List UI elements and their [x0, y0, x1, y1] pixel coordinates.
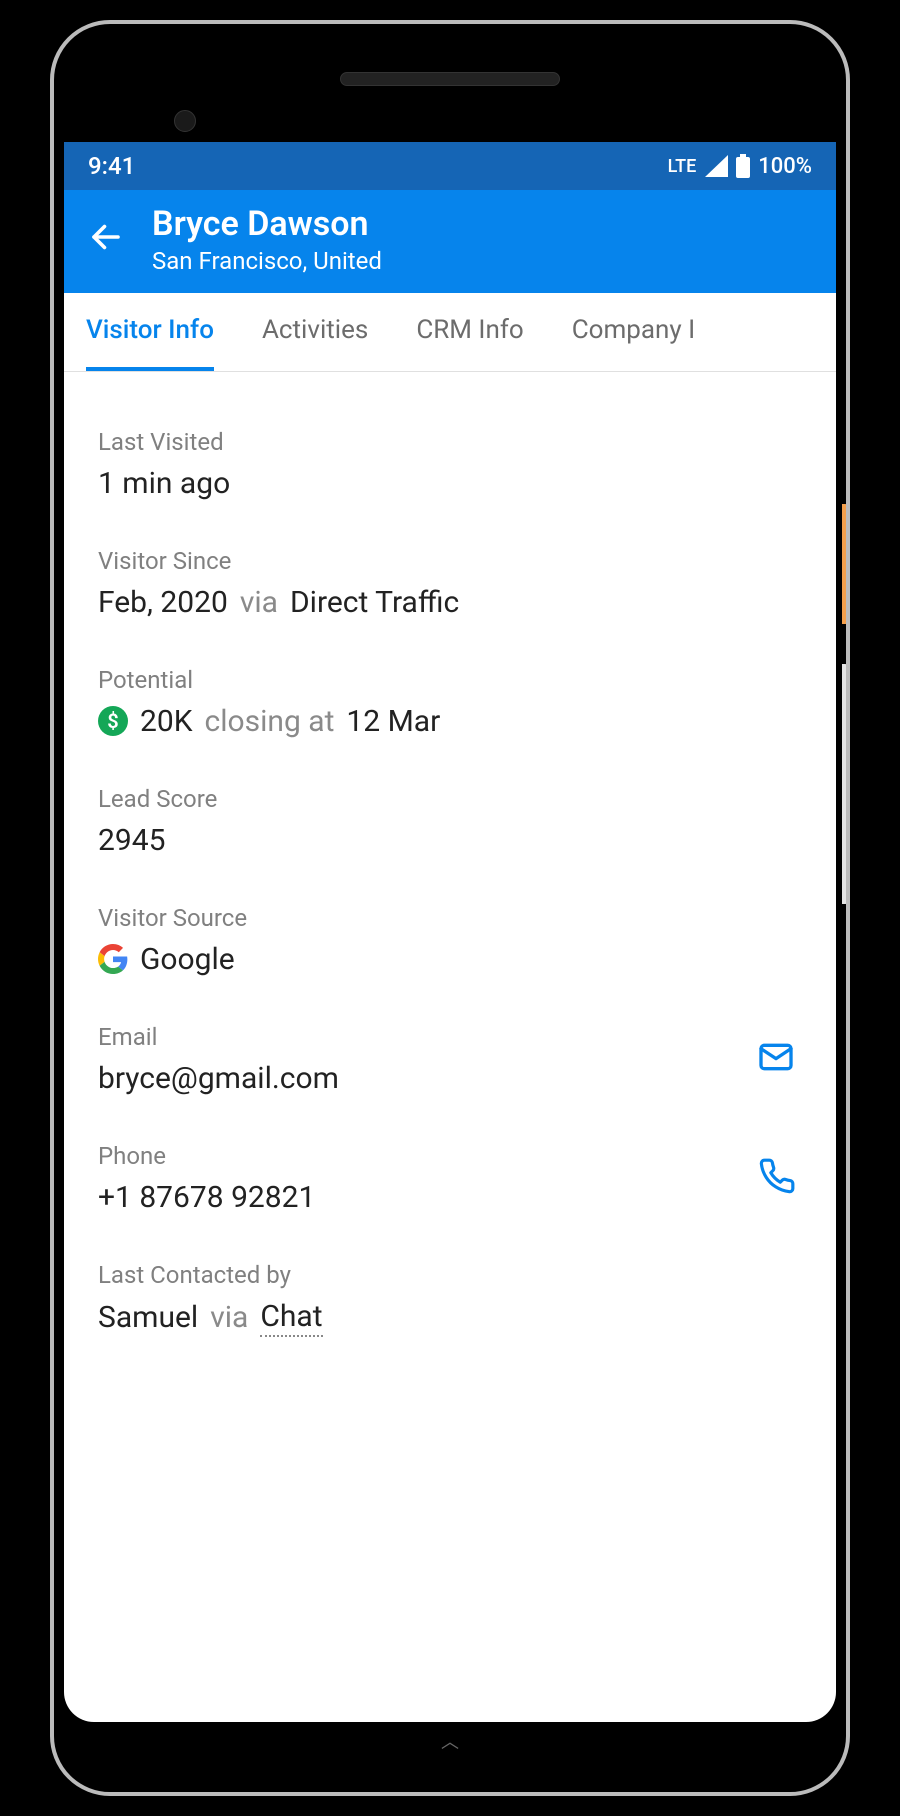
tab-bar: Visitor Info Activities CRM Info Company…	[64, 293, 836, 372]
label-phone: Phone	[98, 1142, 752, 1170]
value-potential: $ 20K closing at 12 Mar	[98, 704, 802, 739]
potential-amount: 20K	[140, 704, 193, 739]
nav-hint-icon: ︿	[441, 1728, 459, 1754]
email-action-button[interactable]	[750, 1031, 802, 1087]
last-contacted-via: via	[210, 1300, 248, 1335]
field-phone: Phone +1 87678 92821	[98, 1142, 802, 1215]
tab-visitor-info[interactable]: Visitor Info	[86, 293, 214, 371]
value-visitor-source: Google	[98, 942, 802, 977]
tab-activities[interactable]: Activities	[262, 293, 368, 371]
label-potential: Potential	[98, 666, 802, 694]
potential-closing-word: closing at	[205, 704, 335, 739]
power-button	[842, 504, 848, 624]
volume-button	[842, 664, 848, 904]
phone-inner: ︿ 9:41 LTE 100% Bryce Dawson Sa	[64, 34, 836, 1782]
visitor-source-name: Google	[140, 942, 235, 977]
mail-icon	[756, 1037, 796, 1077]
speaker-grille	[340, 72, 560, 86]
visitor-since-date: Feb, 2020	[98, 585, 228, 620]
label-email: Email	[98, 1023, 750, 1051]
screen: 9:41 LTE 100% Bryce Dawson San Francisco…	[64, 142, 836, 1722]
app-bar: Bryce Dawson San Francisco, United	[64, 190, 836, 293]
field-email: Email bryce@gmail.com	[98, 1023, 802, 1096]
value-email: bryce@gmail.com	[98, 1061, 750, 1096]
label-visitor-source: Visitor Source	[98, 904, 802, 932]
potential-date: 12 Mar	[346, 704, 440, 739]
phone-action-button[interactable]	[752, 1151, 802, 1205]
value-lead-score: 2945	[98, 823, 802, 858]
label-last-contacted: Last Contacted by	[98, 1261, 802, 1289]
google-icon	[98, 944, 128, 974]
visitor-location: San Francisco, United	[152, 247, 382, 275]
visitor-since-source: Direct Traffic	[290, 585, 459, 620]
field-visitor-since: Visitor Since Feb, 2020 via Direct Traff…	[98, 547, 802, 620]
field-last-visited: Last Visited 1 min ago	[98, 428, 802, 501]
label-last-visited: Last Visited	[98, 428, 802, 456]
header-title-block: Bryce Dawson San Francisco, United	[152, 204, 382, 275]
phone-icon	[758, 1157, 796, 1195]
back-button[interactable]	[88, 219, 124, 259]
last-contacted-person: Samuel	[98, 1300, 198, 1335]
front-camera	[174, 110, 196, 132]
value-visitor-since: Feb, 2020 via Direct Traffic	[98, 585, 802, 620]
phone-frame: ︿ 9:41 LTE 100% Bryce Dawson Sa	[50, 20, 850, 1796]
field-potential: Potential $ 20K closing at 12 Mar	[98, 666, 802, 739]
label-lead-score: Lead Score	[98, 785, 802, 813]
visitor-since-via: via	[240, 585, 278, 620]
value-last-visited: 1 min ago	[98, 466, 802, 501]
visitor-info-content: Last Visited 1 min ago Visitor Since Feb…	[64, 372, 836, 1357]
battery-percent: 100%	[758, 154, 812, 179]
network-label: LTE	[668, 156, 697, 177]
signal-icon	[704, 155, 728, 177]
status-right: LTE 100%	[668, 154, 812, 179]
dollar-icon: $	[98, 706, 128, 736]
label-visitor-since: Visitor Since	[98, 547, 802, 575]
tab-crm-info[interactable]: CRM Info	[416, 293, 523, 371]
status-bar: 9:41 LTE 100%	[64, 142, 836, 190]
status-time: 9:41	[88, 152, 135, 180]
tab-company-info[interactable]: Company I	[572, 293, 695, 371]
battery-icon	[736, 154, 750, 178]
last-contacted-channel[interactable]: Chat	[260, 1299, 322, 1337]
arrow-left-icon	[88, 219, 124, 255]
field-lead-score: Lead Score 2945	[98, 785, 802, 858]
field-visitor-source: Visitor Source Google	[98, 904, 802, 977]
field-last-contacted: Last Contacted by Samuel via Chat	[98, 1261, 802, 1337]
value-phone: +1 87678 92821	[98, 1180, 752, 1215]
value-last-contacted: Samuel via Chat	[98, 1299, 802, 1337]
visitor-name: Bryce Dawson	[152, 204, 382, 245]
